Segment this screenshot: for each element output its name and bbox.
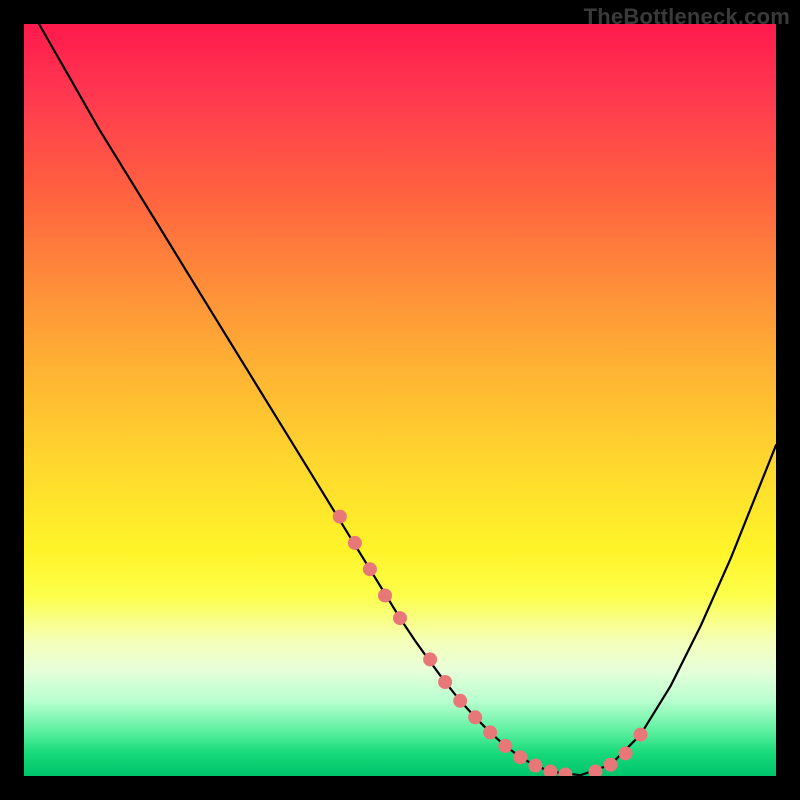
watermark-text: TheBottleneck.com [584,4,790,30]
marker-dot [543,765,557,777]
marker-dot [363,562,377,576]
marker-dot [348,536,362,550]
marker-dot [483,725,497,739]
marker-dot [604,758,618,772]
marker-dot [558,768,572,777]
marker-dot [453,694,467,708]
marker-dot [423,652,437,666]
marker-group [333,510,648,776]
marker-dot [393,611,407,625]
marker-dot [333,510,347,524]
marker-dot [513,750,527,764]
marker-dot [528,759,542,773]
marker-dot [378,589,392,603]
marker-dot [589,765,603,777]
marker-dot [438,675,452,689]
marker-dot [634,728,648,742]
marker-dot [498,739,512,753]
chart-frame [24,24,776,776]
chart-svg [24,24,776,776]
marker-dot [619,746,633,760]
marker-dot [468,710,482,724]
bottleneck-curve [39,24,776,775]
